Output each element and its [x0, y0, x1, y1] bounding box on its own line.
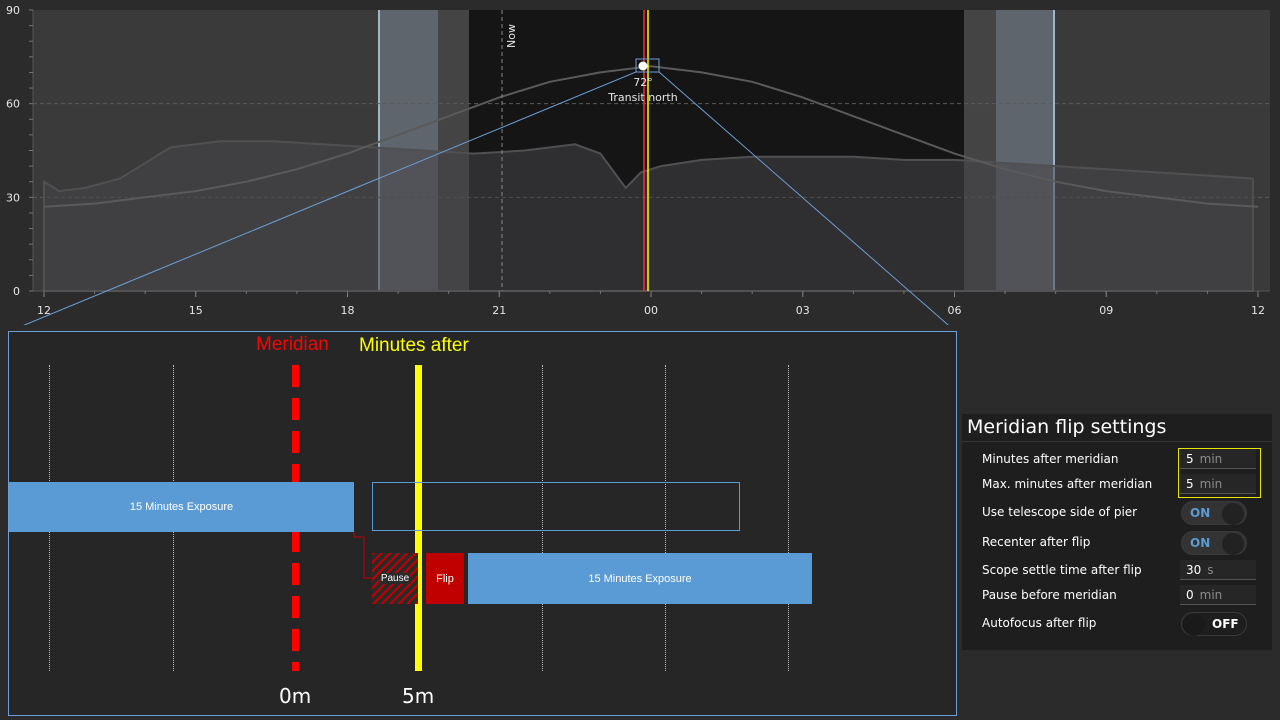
- meridian-flip-diagram: Meridian Minutes after 15 Minutes Exposu…: [8, 331, 957, 716]
- moon-icon: [638, 61, 648, 71]
- x-tick-label: 21: [492, 304, 506, 317]
- setting-telescope-side-of-pier: Use telescope side of pier ON: [962, 501, 1272, 525]
- five-minute-label: 5m: [402, 684, 435, 708]
- setting-pause-before-meridian: Pause before meridian 0 min: [962, 584, 1272, 608]
- x-tick-label: 12: [1251, 304, 1265, 317]
- exposure-bar-before: 15 Minutes Exposure: [9, 482, 354, 532]
- exposure-label: 15 Minutes Exposure: [129, 501, 234, 513]
- setting-autofocus-after-flip: Autofocus after flip OFF: [962, 612, 1272, 636]
- toggle-knob: [1183, 614, 1205, 636]
- y-tick-label: 90: [6, 4, 20, 17]
- ghost-exposure-outline: [372, 482, 740, 531]
- now-label: Now: [505, 24, 518, 48]
- input-value: 0: [1186, 588, 1194, 602]
- y-tick-label: 0: [13, 285, 20, 298]
- flip-label: Flip: [436, 572, 454, 585]
- y-tick-label: 60: [6, 98, 20, 111]
- x-tick-label: 06: [948, 304, 962, 317]
- grid-line: [788, 365, 789, 671]
- setting-label: Pause before meridian: [982, 588, 1117, 602]
- setting-recenter-after-flip: Recenter after flip ON: [962, 531, 1272, 555]
- setting-label: Autofocus after flip: [982, 616, 1097, 630]
- pause-before-input[interactable]: 0 min: [1180, 585, 1256, 605]
- toggle-knob: [1222, 503, 1244, 525]
- toggle-state: ON: [1190, 506, 1211, 520]
- toggle-knob: [1222, 533, 1244, 555]
- x-tick-label: 09: [1099, 304, 1113, 317]
- minutes-after-label: Minutes after: [359, 335, 469, 356]
- x-tick-label: 03: [796, 304, 810, 317]
- setting-label: Scope settle time after flip: [982, 563, 1142, 577]
- pause-label: Pause: [379, 573, 411, 584]
- autofocus-toggle[interactable]: OFF: [1181, 612, 1247, 636]
- altitude-chart: 0306090 12 15 18 21 00 03 06 09 12 Now 72° Trans…: [0, 0, 1280, 325]
- toggle-state: OFF: [1212, 617, 1239, 631]
- flip-block: Flip: [426, 553, 464, 604]
- y-tick-label: 30: [6, 191, 20, 204]
- zero-minute-label: 0m: [279, 684, 312, 708]
- title-divider: [962, 441, 1272, 442]
- input-value: 30: [1186, 563, 1202, 577]
- recenter-toggle[interactable]: ON: [1181, 531, 1247, 555]
- settle-time-input[interactable]: 30 s: [1180, 560, 1256, 580]
- input-unit: min: [1199, 588, 1223, 602]
- x-tick-label: 15: [189, 304, 203, 317]
- exposure-bar-after: 15 Minutes Exposure: [468, 553, 812, 604]
- setting-label: Recenter after flip: [982, 535, 1091, 549]
- setting-label: Max. minutes after meridian: [982, 477, 1153, 491]
- pause-block: Pause: [372, 553, 418, 604]
- telescope-side-toggle[interactable]: ON: [1181, 501, 1247, 525]
- toggle-state: ON: [1190, 536, 1211, 550]
- input-unit: s: [1207, 563, 1214, 577]
- transit-label: Transit north: [607, 91, 677, 104]
- setting-scope-settle-time: Scope settle time after flip 30 s: [962, 559, 1272, 583]
- transit-altitude: 72°: [633, 76, 653, 89]
- meridian-label: Meridian: [256, 334, 329, 355]
- minutes-highlight-box: [1178, 448, 1261, 498]
- setting-label: Minutes after meridian: [982, 452, 1119, 466]
- x-tick-label: 00: [644, 304, 658, 317]
- exposure-label: 15 Minutes Exposure: [588, 572, 692, 585]
- settings-title: Meridian flip settings: [967, 416, 1167, 438]
- setting-label: Use telescope side of pier: [982, 505, 1138, 519]
- x-tick-label: 18: [341, 304, 355, 317]
